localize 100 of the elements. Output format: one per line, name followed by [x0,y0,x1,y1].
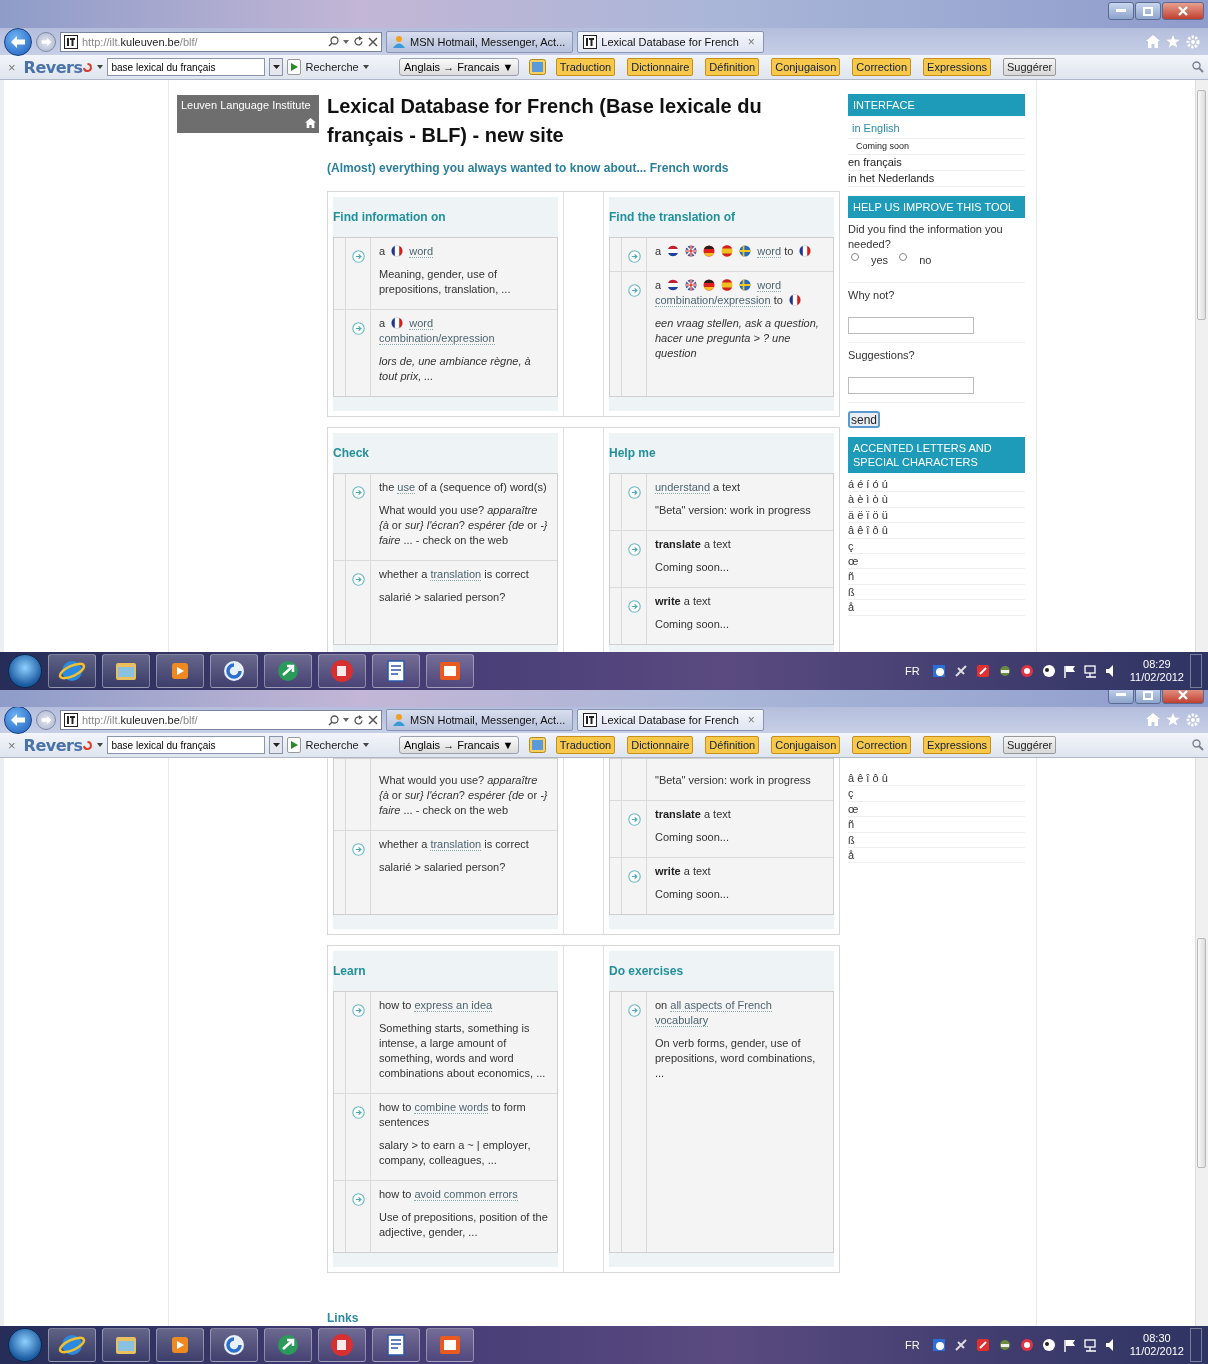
maximize-button[interactable] [1135,690,1161,704]
item-link[interactable]: combine words [414,1101,489,1114]
dictionary-icon[interactable] [528,737,546,753]
caret-icon[interactable] [362,65,369,69]
character-row[interactable]: œ [848,801,1025,818]
arrow-circle-icon[interactable] [351,843,365,856]
taskbar-button[interactable] [426,654,474,688]
arrow-circle-icon[interactable] [351,1193,365,1206]
character-row[interactable]: â ê î ô û [848,523,1025,539]
tray-app-icon[interactable] [1041,1338,1056,1352]
stop-icon[interactable] [368,36,378,47]
item-link[interactable]: all aspects of French [670,999,772,1012]
search-label[interactable]: Recherche [305,61,359,73]
arrow-circle-icon[interactable] [351,486,365,499]
character-row[interactable]: œ [848,554,1025,570]
toolbar-button[interactable]: Conjugaison [771,736,841,754]
arrow-circle-icon[interactable] [351,573,365,586]
radio-button[interactable] [899,253,908,261]
home-icon[interactable] [305,118,316,128]
toolbar-close-button[interactable]: × [4,59,20,75]
tray-app-icon[interactable] [1019,664,1034,678]
toolbar-button[interactable]: Suggérer [1003,736,1057,754]
dropdown-button[interactable] [269,58,284,76]
character-row[interactable]: ç [848,786,1025,802]
forward-button[interactable] [36,710,56,730]
clock-time[interactable]: 08:30 [1143,1332,1171,1345]
show-desktop-button[interactable] [1190,654,1202,688]
arrow-circle-icon[interactable] [627,250,641,263]
item-link[interactable]: word [409,245,434,258]
tray-app-icon[interactable] [953,664,968,678]
tray-app-icon[interactable] [931,664,946,678]
toolbar-button[interactable]: Traduction [555,58,616,76]
taskbar-button[interactable] [426,1328,474,1362]
network-icon[interactable] [1083,664,1098,678]
arrow-circle-icon[interactable] [627,600,641,613]
language-dropdown[interactable]: Anglais → Francais ▼ [398,736,519,754]
star-icon[interactable] [1166,34,1180,48]
network-icon[interactable] [1083,1338,1098,1352]
arrow-circle-icon[interactable] [351,1004,365,1017]
caret-icon[interactable] [97,65,104,69]
taskbar-button[interactable] [48,654,96,688]
tray-app-icon[interactable] [997,1338,1012,1352]
language-option[interactable]: en français [848,155,1025,171]
browser-tab[interactable]: Lexical Database for French × [577,30,764,53]
item-link[interactable]: translation [430,838,482,851]
taskbar-button[interactable] [318,1328,366,1362]
caret-icon[interactable] [97,743,104,747]
clock-date[interactable]: 11/02/2012 [1129,671,1184,684]
taskbar-button[interactable] [48,1328,96,1362]
go-button[interactable] [287,59,302,75]
taskbar-button[interactable] [102,1328,150,1362]
character-row[interactable]: ç [848,538,1025,555]
institute-banner[interactable]: Leuven Language Institute [177,95,319,133]
taskbar-button[interactable] [264,1328,312,1362]
send-button[interactable]: send [848,411,881,428]
character-row[interactable]: â ê î ô û [848,771,1025,787]
character-row[interactable]: ä ë ï ö ü [848,507,1025,524]
forward-button[interactable] [36,31,56,52]
radio-button[interactable] [851,253,859,261]
taskbar-button[interactable] [210,1328,258,1362]
start-button[interactable] [8,1328,42,1362]
refresh-icon[interactable] [353,36,364,47]
search-icon[interactable] [1192,61,1204,73]
input-field[interactable] [848,377,974,394]
dictionary-icon[interactable] [528,59,546,75]
stop-icon[interactable] [368,715,378,725]
character-row[interactable]: ß [848,832,1025,849]
toolbar-close-button[interactable]: × [4,737,20,753]
go-button[interactable] [287,737,302,753]
taskbar-button[interactable] [102,654,150,688]
character-row[interactable]: á é í ó ú [848,477,1025,493]
arrow-circle-icon[interactable] [627,870,641,883]
item-link[interactable]: understand [655,481,711,494]
toolbar-button[interactable]: Dictionnaire [627,58,694,76]
taskbar-button[interactable] [264,654,312,688]
language-indicator[interactable]: FR [905,1339,920,1351]
tray-app-icon[interactable] [997,664,1012,678]
toolbar-button[interactable]: Suggérer [1003,58,1057,76]
dropdown-button[interactable] [269,736,284,754]
tab-close-button[interactable]: × [744,34,758,49]
toolbar-button[interactable]: Correction [852,58,912,76]
tray-app-icon[interactable] [975,1338,990,1352]
item-link[interactable]: word [757,245,782,258]
refresh-icon[interactable] [353,714,364,726]
maximize-button[interactable] [1135,2,1161,20]
language-option[interactable]: in het Nederlands [848,171,1025,187]
search-label[interactable]: Recherche [305,739,359,751]
tray-app-icon[interactable] [1019,1338,1034,1352]
item-link[interactable]: combination/expression [655,294,771,307]
character-row[interactable]: å [848,600,1025,616]
address-field[interactable]: http://ilt.kuleuven.be/blf/ [60,710,382,730]
start-button[interactable] [8,654,42,688]
character-row[interactable]: ñ [848,817,1025,833]
item-link[interactable]: express an idea [414,999,493,1012]
search-icon[interactable] [328,36,339,47]
character-row[interactable]: å [848,848,1025,864]
tab-close-button[interactable]: × [744,713,758,727]
arrow-circle-icon[interactable] [627,284,641,297]
item-link[interactable]: word [409,317,434,330]
language-dropdown[interactable]: Anglais → Francais ▼ [398,58,519,76]
